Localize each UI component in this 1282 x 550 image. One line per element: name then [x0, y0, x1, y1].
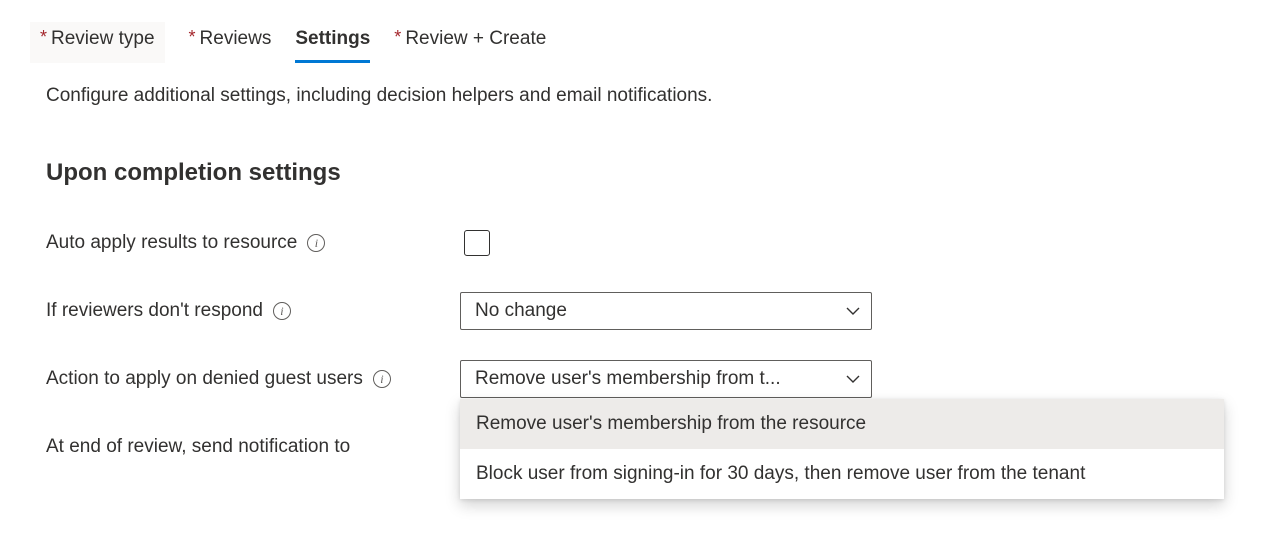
auto-apply-checkbox[interactable] — [464, 230, 490, 256]
section-heading: Upon completion settings — [0, 107, 1282, 187]
info-icon[interactable]: i — [273, 302, 291, 320]
page-description: Configure additional settings, including… — [0, 63, 1282, 107]
tab-reviews[interactable]: * Reviews — [189, 28, 272, 63]
tab-label: Reviews — [200, 28, 272, 50]
settings-form: Auto apply results to resource i If revi… — [0, 187, 1282, 467]
tab-settings[interactable]: Settings — [295, 28, 370, 63]
row-action-denied-guest: Action to apply on denied guest users i … — [46, 359, 1282, 399]
select-value: No change — [475, 300, 567, 322]
action-denied-guest-dropdown: Remove user's membership from the resour… — [460, 399, 1224, 499]
label-group: At end of review, send notification to — [46, 436, 460, 458]
if-no-response-label: If reviewers don't respond — [46, 300, 263, 322]
tab-label: Settings — [295, 28, 370, 50]
required-marker: * — [394, 28, 401, 46]
tab-label: Review type — [51, 28, 155, 50]
end-review-notify-label: At end of review, send notification to — [46, 436, 350, 458]
chevron-down-icon — [845, 303, 861, 319]
auto-apply-label: Auto apply results to resource — [46, 232, 297, 254]
info-icon[interactable]: i — [373, 370, 391, 388]
required-marker: * — [189, 28, 196, 46]
action-denied-guest-label: Action to apply on denied guest users — [46, 368, 363, 390]
chevron-down-icon — [845, 371, 861, 387]
tab-review-create[interactable]: * Review + Create — [394, 28, 546, 63]
label-group: Action to apply on denied guest users i — [46, 368, 460, 390]
label-group: Auto apply results to resource i — [46, 232, 460, 254]
select-value: Remove user's membership from t... — [475, 368, 781, 390]
required-marker: * — [40, 28, 47, 46]
row-if-no-response: If reviewers don't respond i No change — [46, 291, 1282, 331]
tab-label: Review + Create — [405, 28, 546, 50]
if-no-response-select[interactable]: No change — [460, 292, 872, 330]
tabs-bar: * Review type * Reviews Settings * Revie… — [0, 0, 1282, 63]
dropdown-option[interactable]: Block user from signing-in for 30 days, … — [460, 449, 1224, 499]
dropdown-option[interactable]: Remove user's membership from the resour… — [460, 399, 1224, 449]
tab-review-type[interactable]: * Review type — [30, 22, 165, 63]
label-group: If reviewers don't respond i — [46, 300, 460, 322]
info-icon[interactable]: i — [307, 234, 325, 252]
row-auto-apply: Auto apply results to resource i — [46, 223, 1282, 263]
action-denied-guest-select[interactable]: Remove user's membership from t... — [460, 360, 872, 398]
